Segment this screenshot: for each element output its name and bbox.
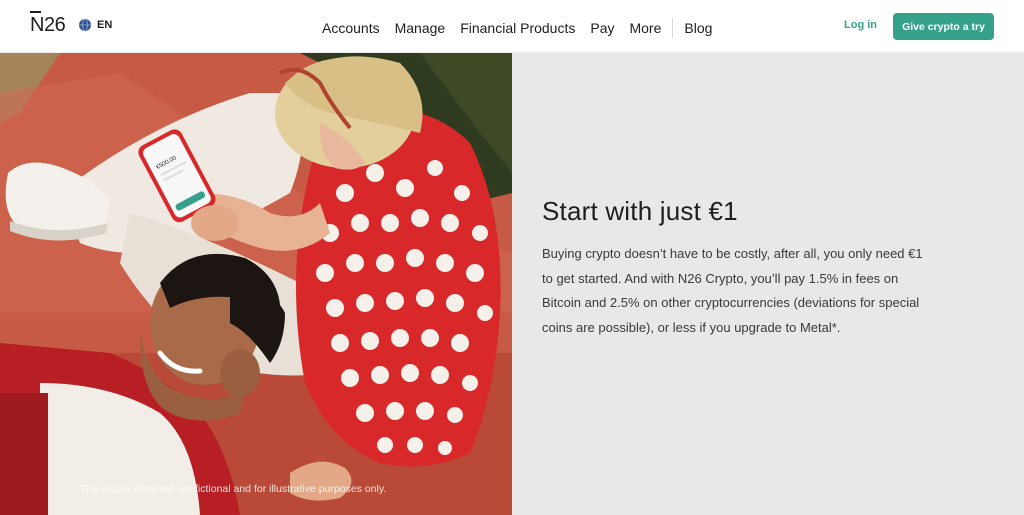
hero-photo-illustration: €500.00 — [0, 53, 512, 515]
globe-icon — [79, 19, 91, 31]
login-link[interactable]: Log in — [844, 19, 877, 31]
nav-accounts[interactable]: Accounts — [322, 20, 380, 36]
nav-more[interactable]: More — [629, 20, 661, 36]
nav-divider — [672, 18, 674, 38]
language-selector[interactable]: EN — [79, 19, 112, 31]
section-headline: Start with just €1 — [542, 196, 738, 226]
section-body: Buying crypto doesn’t have to be costly,… — [542, 246, 923, 335]
nav-financial-products[interactable]: Financial Products — [460, 20, 575, 36]
give-crypto-a-try-button[interactable]: Give crypto a try — [893, 13, 994, 40]
logo-text: N26 — [30, 14, 66, 36]
main-nav: Accounts Manage Financial Products Pay M… — [322, 18, 712, 38]
nav-blog[interactable]: Blog — [684, 20, 712, 36]
n26-logo[interactable]: N26 — [30, 11, 66, 37]
nav-manage[interactable]: Manage — [395, 20, 446, 36]
nav-pay[interactable]: Pay — [590, 20, 614, 36]
language-label: EN — [97, 19, 113, 31]
hero-photo: €500.00 The values depicted are fictiona… — [0, 53, 512, 515]
hero-disclaimer: The values depicted are fictional and fo… — [80, 483, 387, 495]
logo-bar — [30, 11, 41, 13]
site-header: N26 EN Accounts Manage Financial Product… — [0, 0, 1024, 53]
